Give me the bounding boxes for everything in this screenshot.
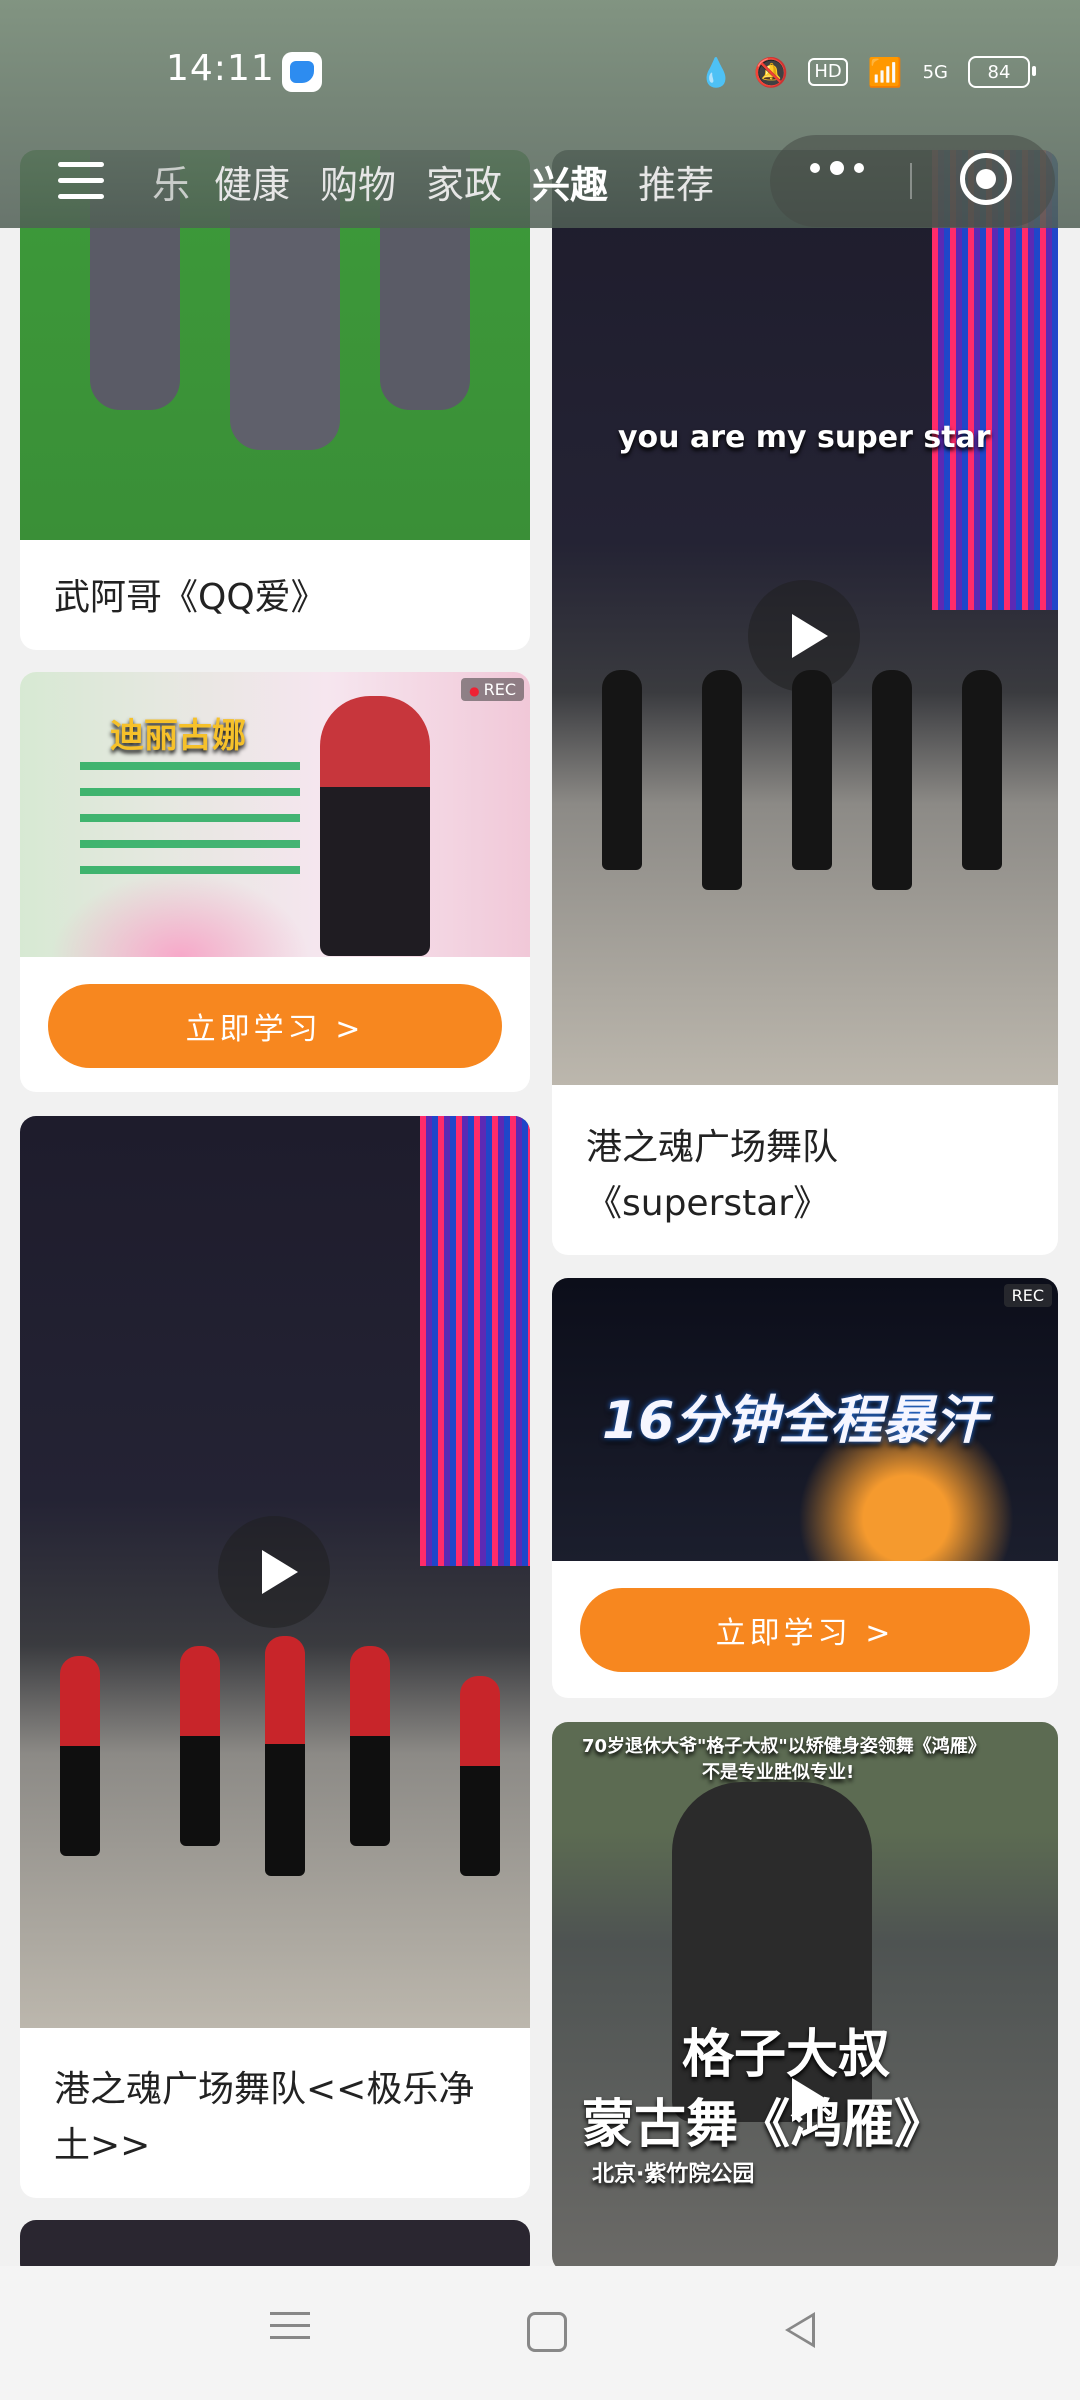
dancer-figure xyxy=(180,1646,220,1846)
wifi-icon: 📶 xyxy=(867,55,903,89)
neon-tower xyxy=(420,1116,530,1566)
ad-headline: 迪丽古娜 xyxy=(110,716,246,756)
battery-level: 84 xyxy=(987,61,1011,83)
ad-banner[interactable]: 迪丽古娜 xyxy=(20,672,530,957)
dancer-figure xyxy=(350,1646,390,1846)
video-card-gokuraku[interactable]: 港之魂广场舞队<<极乐净土>> xyxy=(20,1116,530,2198)
video-title: 港之魂广场舞队《superstar》 xyxy=(586,1127,839,1224)
network-label: 5G xyxy=(922,61,948,83)
video-thumbnail[interactable]: 70岁退休大爷"格子大叔"以矫健身姿领舞《鸿雁》 不是专业胜似专业! 格子大叔 … xyxy=(552,1722,1058,2272)
dancer-figure xyxy=(702,670,742,890)
video-location: 北京·紫竹院公园 xyxy=(592,2162,755,2187)
tab-health[interactable]: 健康 xyxy=(214,154,290,209)
app-notification-icon xyxy=(282,52,322,92)
tab-recommend[interactable]: 推荐 xyxy=(638,154,714,209)
tab-interest[interactable]: 兴趣 xyxy=(532,154,608,209)
dancer-figure xyxy=(872,670,912,890)
video-thumbnail[interactable] xyxy=(20,1116,530,2028)
status-time: 14:11 xyxy=(166,48,275,89)
video-title: 武阿哥《QQ爱》 xyxy=(54,577,327,618)
ad-subtext-lines xyxy=(80,762,300,882)
ad-card-dance-course[interactable]: 迪丽古娜 REC 立即学习 > xyxy=(20,672,530,1092)
nav-back-icon[interactable] xyxy=(785,2312,815,2348)
status-icons: 💧 🔕 HD 📶 5G 84 xyxy=(698,52,1036,92)
tab-housekeeping[interactable]: 家政 xyxy=(426,154,502,209)
miniprogram-capsule xyxy=(770,135,1055,227)
lotus-decoration xyxy=(50,872,310,957)
play-icon[interactable] xyxy=(218,1516,330,1628)
target-icon[interactable] xyxy=(960,153,1012,205)
learn-now-button[interactable]: 立即学习 > xyxy=(580,1588,1030,1672)
video-title: 港之魂广场舞队<<极乐净土>> xyxy=(54,2069,475,2166)
tab-strip: 乐 健康 购物 家政 兴趣 推荐 xyxy=(152,154,714,209)
play-icon[interactable] xyxy=(748,2044,860,2156)
video-card-mongolian-dance[interactable]: 70岁退休大爷"格子大叔"以矫健身姿领舞《鸿雁》 不是专业胜似专业! 格子大叔 … xyxy=(552,1722,1058,2272)
dancer-figure xyxy=(792,670,832,870)
more-dots-icon[interactable] xyxy=(810,161,864,175)
ad-banner[interactable]: 16分钟全程暴汗 xyxy=(552,1278,1058,1561)
video-card-superstar[interactable]: you are my super star 港之魂广场舞队《superstar》 xyxy=(552,150,1058,1255)
dancer-figure xyxy=(602,670,642,870)
mute-icon: 🔕 xyxy=(753,55,789,89)
drop-icon: 💧 xyxy=(698,55,734,89)
nav-home-icon[interactable] xyxy=(527,2312,567,2352)
dancer-figure xyxy=(265,1636,305,1876)
ad-card-sweat-workout[interactable]: 16分钟全程暴汗 REC 立即学习 > xyxy=(552,1278,1058,1698)
nav-menu-icon[interactable] xyxy=(270,2312,310,2352)
video-overlay-caption: 70岁退休大爷"格子大叔"以矫健身姿领舞《鸿雁》 xyxy=(582,1736,986,1757)
menu-icon[interactable] xyxy=(58,162,104,202)
system-navigation-bar xyxy=(0,2266,1080,2400)
battery-icon: 84 xyxy=(968,56,1036,88)
video-overlay-text: you are my super star xyxy=(618,420,991,455)
dancer-figure xyxy=(962,670,1002,870)
video-overlay-subcaption: 不是专业胜似专业! xyxy=(702,1762,855,1783)
rec-badge: REC xyxy=(461,678,524,701)
status-bar: 14:11 💧 🔕 HD 📶 5G 84 xyxy=(0,0,1080,140)
ad-model-figure xyxy=(320,696,430,956)
rec-badge: REC xyxy=(1003,1284,1052,1307)
learn-now-button[interactable]: 立即学习 > xyxy=(48,984,502,1068)
video-thumbnail[interactable]: you are my super star xyxy=(552,150,1058,1085)
hd-badge: HD xyxy=(808,58,848,86)
dancer-figure xyxy=(460,1676,500,1876)
capsule-divider xyxy=(910,163,912,199)
tab-entertainment[interactable]: 乐 xyxy=(152,154,190,209)
tab-shopping[interactable]: 购物 xyxy=(320,154,396,209)
dancer-figure xyxy=(60,1656,100,1856)
ad-headline: 16分钟全程暴汗 xyxy=(602,1391,987,1451)
